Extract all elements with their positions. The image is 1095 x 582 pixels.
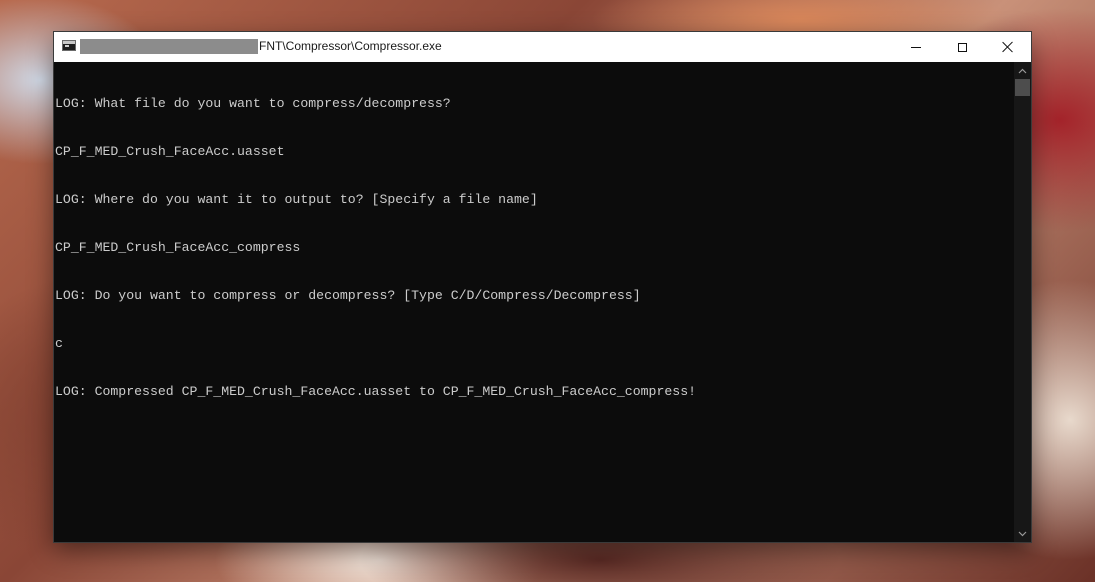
console-output[interactable]: LOG: What file do you want to compress/d… (54, 62, 1014, 542)
close-button[interactable] (985, 32, 1031, 62)
chevron-down-icon (1018, 531, 1027, 536)
window-title: FNT\Compressor\Compressor.exe (259, 39, 442, 53)
title-bar[interactable]: FNT\Compressor\Compressor.exe (54, 32, 1031, 62)
maximize-icon (957, 42, 967, 52)
minimize-button[interactable] (893, 32, 939, 62)
console-line: LOG: Where do you want it to output to? … (55, 192, 538, 207)
scroll-up-button[interactable] (1014, 62, 1031, 79)
minimize-icon (911, 46, 921, 48)
redacted-path-block (80, 39, 258, 54)
console-line: CP_F_MED_Crush_FaceAcc.uasset (55, 144, 285, 159)
console-line: LOG: Do you want to compress or decompre… (55, 288, 641, 303)
console-window[interactable]: FNT\Compressor\Compressor.exe LOG: What … (54, 32, 1031, 542)
console-line: LOG: Compressed CP_F_MED_Crush_FaceAcc.u… (55, 384, 697, 399)
console-line: c (55, 336, 63, 351)
chevron-up-icon (1018, 68, 1027, 73)
close-icon (1002, 41, 1014, 53)
console-app-icon[interactable] (62, 40, 76, 51)
scrollbar-thumb[interactable] (1015, 79, 1030, 96)
vertical-scrollbar[interactable] (1014, 62, 1031, 542)
scroll-down-button[interactable] (1014, 525, 1031, 542)
console-line: LOG: What file do you want to compress/d… (55, 96, 451, 111)
console-line: CP_F_MED_Crush_FaceAcc_compress (55, 240, 301, 255)
maximize-button[interactable] (939, 32, 985, 62)
